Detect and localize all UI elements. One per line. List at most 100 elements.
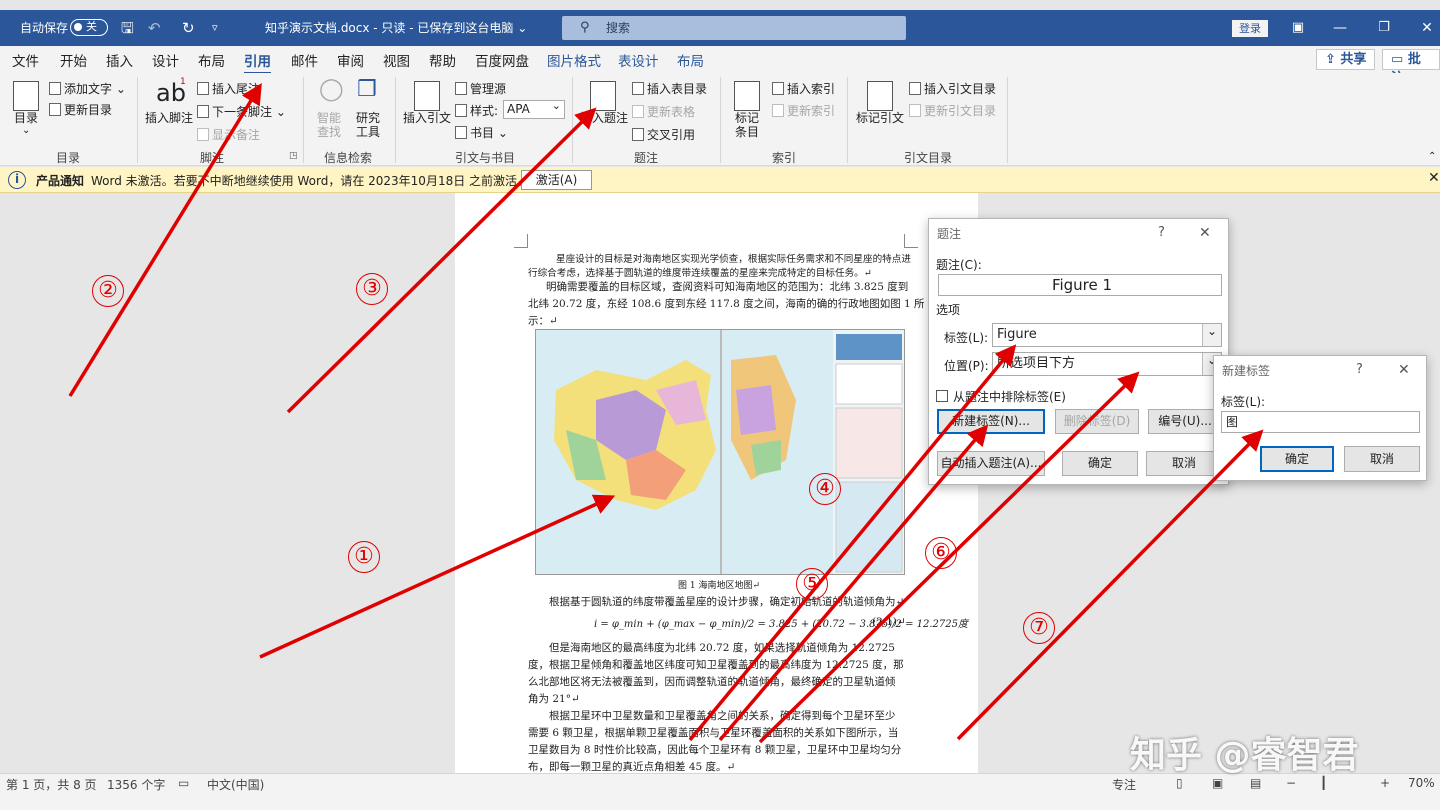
tab-file[interactable]: 文件 <box>12 50 39 70</box>
minimize-icon[interactable]: — <box>1325 10 1355 46</box>
zoom-in-icon[interactable]: + <box>1380 776 1390 790</box>
group-separator <box>572 77 573 163</box>
autosave-toggle[interactable]: 关 <box>70 19 108 36</box>
share-button[interactable]: ⇪ 共享 <box>1316 49 1376 70</box>
close-icon[interactable]: ✕ <box>1412 10 1440 46</box>
research-icon: ❒ <box>357 77 377 102</box>
research-line1: 研究 <box>356 111 381 125</box>
group-label-research: 信息检索 <box>324 151 373 165</box>
research-button[interactable]: 研究 工具 <box>356 111 380 139</box>
mark-entry-button[interactable]: 标记 条目 <box>735 111 759 139</box>
caption-dialog: 题注 ? ✕ 题注(C): Figure 1 选项 标签(L): Figure … <box>928 218 1229 485</box>
exclude-label-checkbox[interactable] <box>936 390 948 402</box>
print-layout-icon[interactable]: ▣ <box>1212 776 1223 790</box>
notice-close-icon[interactable]: ✕ <box>1428 170 1440 186</box>
zoom-level[interactable]: 70% <box>1408 776 1435 790</box>
undo-icon[interactable]: ↶ <box>148 10 161 46</box>
search-box[interactable]: ⚲ 搜索 <box>562 16 906 40</box>
word-count[interactable]: 1356 个字 <box>107 776 165 793</box>
new-label-button[interactable]: 新建标签(N)... <box>937 409 1045 434</box>
zoom-out-icon[interactable]: − <box>1286 776 1296 790</box>
cancel-button[interactable]: 取消 <box>1146 451 1222 476</box>
cancel-button[interactable]: 取消 <box>1344 446 1420 472</box>
cross-reference-label: 交叉引用 <box>647 128 696 142</box>
tab-home[interactable]: 开始 <box>60 50 87 70</box>
caption-input[interactable]: Figure 1 <box>938 274 1222 296</box>
mark-citation-button[interactable]: 标记引文 <box>856 111 904 125</box>
toc-button[interactable]: 目录 <box>14 111 38 125</box>
tab-layout[interactable]: 布局 <box>198 50 225 70</box>
insert-citation-button[interactable]: 插入引文 <box>403 111 451 125</box>
smart-lookup-button[interactable]: 智能 查找 <box>317 111 341 139</box>
customize-qat-icon[interactable]: ▿ <box>212 10 218 46</box>
ok-button[interactable]: 确定 <box>1260 446 1334 472</box>
tab-view[interactable]: 视图 <box>383 50 410 70</box>
insert-toa-button[interactable]: 插入引文目录 <box>909 80 996 97</box>
tab-table-design[interactable]: 表设计 <box>618 50 659 70</box>
position-select[interactable]: 所选项目下方 <box>992 352 1222 376</box>
language-label[interactable]: 中文(中国) <box>207 776 264 793</box>
insert-table-of-figures-button[interactable]: 插入表目录 <box>632 80 707 97</box>
delete-label-button[interactable]: 删除标签(D) <box>1055 409 1139 434</box>
web-layout-icon[interactable]: ▤ <box>1250 776 1261 790</box>
insert-footnote-button[interactable]: 插入脚注 <box>145 111 193 125</box>
zoom-slider[interactable]: ┃ <box>1320 776 1327 790</box>
collapse-ribbon-icon[interactable]: ⌃ <box>1428 151 1436 162</box>
group-label-citations: 引文与书目 <box>455 151 516 165</box>
group-separator <box>1007 77 1008 163</box>
hainan-map-image[interactable] <box>535 329 905 575</box>
next-footnote-button[interactable]: 下一条脚注 ⌄ <box>197 103 286 120</box>
tab-review[interactable]: 审阅 <box>337 50 364 70</box>
new-label-input[interactable]: 图 <box>1221 411 1420 433</box>
insert-caption-button[interactable]: 插入题注 <box>580 111 628 125</box>
tab-help[interactable]: 帮助 <box>429 50 456 70</box>
update-toc-button[interactable]: 更新目录 <box>49 101 112 118</box>
tab-design[interactable]: 设计 <box>152 50 179 70</box>
insert-toa-icon <box>909 82 921 95</box>
focus-button[interactable]: 专注 <box>1112 776 1136 793</box>
comments-button[interactable]: ▭ 批注 <box>1382 49 1440 86</box>
tab-baidu[interactable]: 百度网盘 <box>475 50 529 70</box>
cross-reference-button[interactable]: 交叉引用 <box>632 126 695 143</box>
restore-icon[interactable]: ❐ <box>1369 10 1399 46</box>
insert-index-button[interactable]: 插入索引 <box>772 80 835 97</box>
insert-endnote-button[interactable]: 插入尾注 <box>197 80 260 97</box>
tab-references[interactable]: 引用 <box>244 50 271 75</box>
help-icon[interactable]: ? <box>1158 225 1165 240</box>
citation-style-select[interactable]: APA <box>503 97 565 119</box>
tab-picture-format[interactable]: 图片格式 <box>547 50 601 70</box>
smart-lookup-line2: 查找 <box>317 125 342 139</box>
tab-insert[interactable]: 插入 <box>106 50 133 70</box>
ribbon-display-icon[interactable]: ▣ <box>1283 10 1313 46</box>
close-icon[interactable]: ✕ <box>1398 362 1410 378</box>
autocaption-button[interactable]: 自动插入题注(A)... <box>937 451 1045 476</box>
proofing-icon[interactable]: ▭ <box>178 776 189 790</box>
dialog-launcher-icon[interactable]: ◳ <box>289 151 298 161</box>
read-mode-icon[interactable]: ▯ <box>1176 776 1183 790</box>
add-text-button[interactable]: 添加文字 ⌄ <box>49 80 126 97</box>
update-toa-label: 更新引文目录 <box>924 104 997 118</box>
show-notes-button[interactable]: 显示备注 <box>197 126 260 143</box>
ok-button[interactable]: 确定 <box>1062 451 1138 476</box>
redo-icon[interactable]: ↻ <box>182 10 195 46</box>
page-count[interactable]: 第 1 页，共 8 页 <box>6 776 97 793</box>
manage-sources-button[interactable]: 管理源 <box>455 80 506 97</box>
login-button[interactable]: 登录 <box>1232 20 1268 37</box>
show-notes-label: 显示备注 <box>212 128 261 142</box>
tab-mailings[interactable]: 邮件 <box>291 50 318 70</box>
bibliography-button[interactable]: 书目 ⌄ <box>455 124 508 141</box>
update-table-button[interactable]: 更新表格 <box>632 103 695 120</box>
info-icon: i <box>8 171 26 189</box>
numbering-button[interactable]: 编号(U)... <box>1148 409 1222 434</box>
tab-table-layout[interactable]: 布局 <box>677 50 704 70</box>
label-select[interactable]: Figure <box>992 323 1222 347</box>
update-toa-button[interactable]: 更新引文目录 <box>909 102 996 119</box>
help-icon[interactable]: ? <box>1356 362 1363 377</box>
update-index-icon <box>772 104 784 117</box>
toc-dropdown-icon[interactable]: ⌄ <box>22 125 30 136</box>
save-icon[interactable]: 🖫 <box>121 10 134 46</box>
update-index-button[interactable]: 更新索引 <box>772 102 835 119</box>
activate-button[interactable]: 激活(A) <box>521 170 592 190</box>
close-icon[interactable]: ✕ <box>1199 225 1211 241</box>
document-title[interactable]: 知乎演示文档.docx - 只读 - 已保存到这台电脑 ⌄ <box>265 10 527 46</box>
